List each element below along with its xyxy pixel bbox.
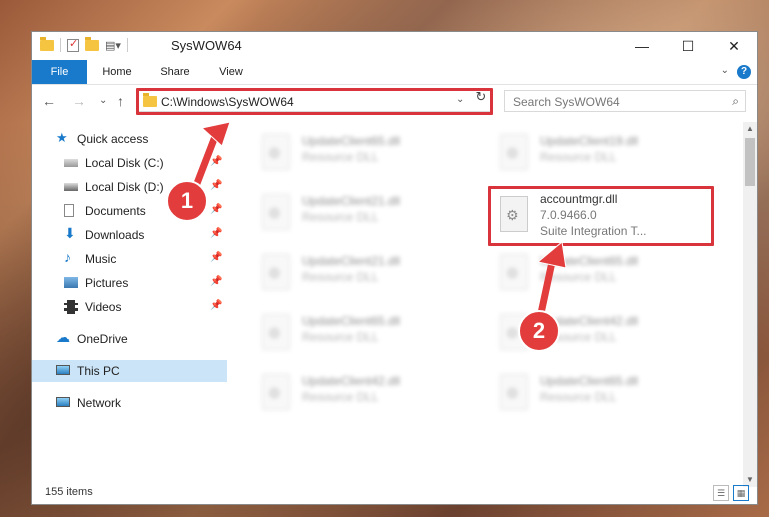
arrow-2 [536, 241, 567, 322]
step-1-badge: 1 [166, 180, 208, 222]
arrow-1 [192, 121, 231, 190]
annotation-arrows [192, 121, 567, 322]
step-2-badge: 2 [518, 310, 560, 352]
